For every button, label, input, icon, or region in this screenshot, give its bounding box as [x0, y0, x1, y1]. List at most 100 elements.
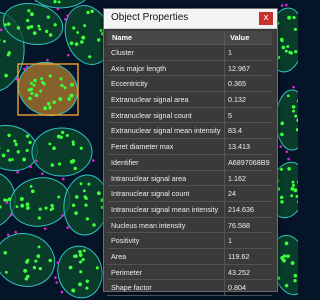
intranuclear-signal-dot: [294, 50, 298, 54]
extranuclear-signal-dot: [61, 214, 64, 218]
intranuclear-signal-dot: [92, 223, 96, 227]
table-row[interactable]: Positivity 1: [107, 233, 272, 249]
intranuclear-signal-dot: [30, 189, 35, 194]
table-row[interactable]: Axis major length 12.967: [107, 60, 272, 77]
intranuclear-signal-dot: [49, 208, 53, 212]
table-row[interactable]: Intranuclear signal area 1.162: [107, 170, 272, 187]
intranuclear-signal-dot: [63, 86, 67, 90]
table-row[interactable]: Intranuclear signal mean intensity 214.63…: [107, 201, 272, 218]
intranuclear-signal-dot: [79, 182, 83, 186]
intranuclear-signal-dot: [38, 27, 42, 31]
intranuclear-signal-dot: [69, 41, 74, 46]
table-row[interactable]: Eccentricity 0.365: [107, 76, 272, 93]
intranuclear-signal-dot: [14, 142, 18, 147]
intranuclear-signal-dot: [7, 197, 12, 202]
extranuclear-signal-dot: [92, 159, 95, 162]
intranuclear-signal-dot: [85, 217, 89, 221]
table-row[interactable]: Shape factor 0.804: [107, 280, 272, 296]
intranuclear-signal-dot: [74, 211, 78, 215]
property-value: 76.588: [228, 220, 250, 230]
intranuclear-signal-dot: [28, 96, 32, 101]
property-name: Extranuclear signal count: [107, 107, 225, 123]
table-row[interactable]: Area 119.62: [107, 248, 272, 265]
intranuclear-signal-dot: [67, 97, 72, 101]
property-value: 83.4: [228, 126, 242, 136]
extranuclear-signal-dot: [5, 201, 9, 204]
intranuclear-signal-dot: [293, 279, 297, 283]
intranuclear-signal-dot: [81, 35, 86, 40]
extranuclear-signal-dot: [56, 261, 60, 264]
extranuclear-signal-dot: [46, 58, 49, 62]
window-titlebar[interactable]: Object Properties x: [104, 9, 277, 29]
intranuclear-signal-dot: [30, 12, 34, 17]
close-button[interactable]: x: [259, 12, 273, 25]
intranuclear-signal-dot: [85, 286, 89, 290]
extranuclear-signal-dot: [43, 227, 47, 230]
intranuclear-signal-dot: [1, 153, 6, 158]
intranuclear-signal-dot: [86, 10, 90, 15]
extranuclear-signal-dot: [279, 145, 283, 148]
intranuclear-signal-dot: [96, 191, 101, 196]
intranuclear-signal-dot: [74, 195, 79, 199]
intranuclear-signal-dot: [74, 42, 79, 46]
intranuclear-signal-dot: [29, 184, 33, 188]
intranuclear-signal-dot: [291, 183, 296, 187]
intranuclear-signal-dot: [72, 254, 76, 258]
intranuclear-signal-dot: [37, 245, 41, 249]
table-row[interactable]: Extranuclear signal mean intensity 83.4: [107, 123, 272, 140]
intranuclear-signal-dot: [39, 89, 43, 93]
property-name: Intranuclear signal area: [107, 170, 225, 186]
intranuclear-signal-dot: [44, 206, 48, 210]
intranuclear-signal-dot: [70, 82, 74, 87]
intranuclear-signal-dot: [29, 87, 34, 92]
intranuclear-signal-dot: [34, 259, 38, 263]
column-header-name[interactable]: Name: [107, 31, 225, 44]
property-name: Cluster: [107, 45, 225, 60]
intranuclear-signal-dot: [287, 167, 291, 171]
table-row[interactable]: Cluster 1: [107, 45, 272, 61]
extranuclear-signal-dot: [66, 53, 70, 57]
intranuclear-signal-dot: [26, 258, 30, 262]
intranuclear-signal-dot: [284, 283, 289, 288]
intranuclear-signal-dot: [284, 241, 289, 246]
intranuclear-signal-dot: [19, 197, 24, 201]
table-row[interactable]: Identifier A6897068B9: [107, 154, 272, 171]
intranuclear-signal-dot: [25, 134, 30, 138]
table-row[interactable]: Intranuclear signal count 24: [107, 186, 272, 202]
intranuclear-signal-dot: [286, 44, 290, 48]
intranuclear-signal-dot: [22, 157, 27, 162]
intranuclear-signal-dot: [3, 23, 7, 27]
property-name: Nucleus mean intensity: [107, 217, 225, 233]
intranuclear-signal-dot: [38, 267, 42, 270]
extranuclear-signal-dot: [55, 281, 59, 284]
intranuclear-signal-dot: [99, 28, 103, 32]
table-row[interactable]: Feret diameter max 13.413: [107, 139, 272, 155]
intranuclear-signal-dot: [48, 33, 53, 37]
extranuclear-signal-dot: [16, 170, 19, 174]
property-name: Area: [107, 248, 225, 264]
intranuclear-signal-dot: [30, 91, 34, 96]
table-row[interactable]: Perimeter 43.252: [107, 264, 272, 281]
property-value: 13.413: [228, 142, 250, 152]
intranuclear-signal-dot: [281, 45, 286, 50]
intranuclear-signal-dot: [85, 279, 90, 283]
table-row[interactable]: Extranuclear signal area 0.132: [107, 92, 272, 108]
intranuclear-signal-dot: [81, 258, 85, 262]
table-row[interactable]: Extranuclear signal count 5: [107, 107, 272, 124]
extranuclear-signal-dot: [25, 65, 29, 68]
intranuclear-signal-dot: [34, 93, 39, 98]
intranuclear-signal-dot: [45, 29, 49, 34]
intranuclear-signal-dot: [287, 15, 292, 20]
extranuclear-signal-dot: [56, 7, 60, 11]
intranuclear-signal-dot: [69, 159, 74, 164]
extranuclear-signal-dot: [66, 226, 70, 229]
extranuclear-signal-dot: [23, 67, 26, 71]
table-row[interactable]: Nucleus mean intensity 76.588: [107, 217, 272, 234]
cell-nucleus[interactable]: [31, 127, 93, 177]
intranuclear-signal-dot: [3, 39, 6, 43]
property-name: Positivity: [107, 233, 225, 248]
intranuclear-signal-dot: [7, 51, 12, 55]
column-header-value[interactable]: Value: [225, 31, 272, 44]
intranuclear-signal-dot: [46, 15, 51, 19]
intranuclear-signal-dot: [36, 254, 41, 259]
